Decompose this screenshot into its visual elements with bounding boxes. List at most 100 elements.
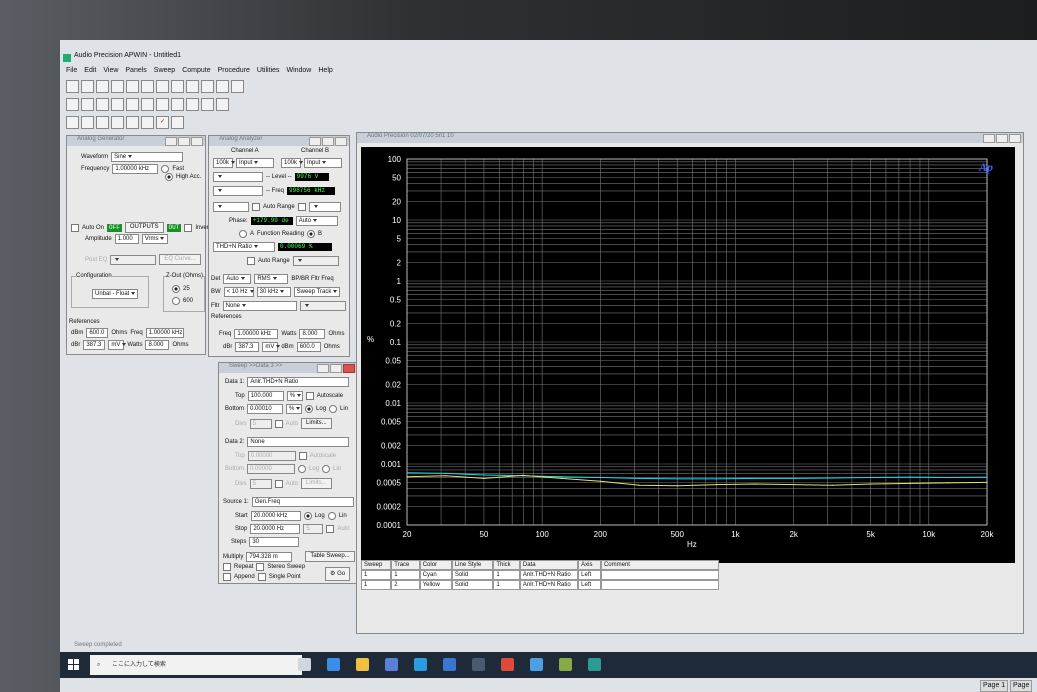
minimize-button[interactable] [317,364,329,373]
freq-ref-input[interactable]: 1.00000 kHz [145,328,184,338]
column-header[interactable]: Thick [493,560,520,570]
gen-icon[interactable] [66,98,79,111]
maximize-button[interactable] [178,137,190,146]
auto-range-func-checkbox[interactable] [247,257,255,265]
log2-radio[interactable] [298,465,307,473]
ref-watts-input[interactable]: 8.000 [299,329,326,339]
det-select[interactable]: Auto [223,274,252,284]
meter-icon[interactable] [126,98,139,111]
open-icon[interactable] [81,80,94,93]
save-as-icon[interactable] [111,80,124,93]
phase-b-select[interactable] [308,202,341,212]
stereo-sweep-checkbox[interactable] [256,563,265,571]
chart-icon[interactable] [171,98,184,111]
minimize-button[interactable] [983,134,995,143]
source-log-radio[interactable] [303,512,312,520]
cell-comment[interactable] [600,570,720,580]
menu-panels[interactable]: Panels [125,67,146,78]
graph-icon[interactable] [216,80,229,93]
cell-comment[interactable] [600,580,720,590]
sweep-icon[interactable] [141,98,154,111]
panel3-icon[interactable] [96,116,109,129]
cell-trace[interactable]: 1 [391,570,420,580]
auto-range-checkbox[interactable] [252,203,260,211]
phase-auto-select[interactable]: Auto [295,216,338,226]
waveform-select[interactable]: Sine [111,152,184,162]
cell-axis[interactable]: Left [578,580,601,590]
bw-low-select[interactable]: < 10 Hz [223,287,254,297]
stop-auto-checkbox[interactable] [326,525,335,533]
function-select[interactable]: THD+N Ratio [213,242,275,252]
page-button[interactable]: Page [1010,680,1033,692]
limits2-button[interactable]: Limits... [301,478,332,489]
range-b-select[interactable]: 100k [281,158,304,168]
fltr-select[interactable]: None [222,301,297,311]
invert-checkbox[interactable] [184,223,193,232]
panel8-icon[interactable] [171,116,184,129]
outputs-button[interactable]: OUTPUTS [124,222,164,233]
source-input[interactable]: Gen.Freq [251,497,354,507]
input-a-select[interactable]: Input [236,158,274,168]
maximize-button[interactable] [322,137,334,146]
go-button[interactable]: ⚙ Go [325,567,351,581]
save-icon[interactable] [96,80,109,93]
input-b-select[interactable]: Input [304,158,342,168]
cell-sweep[interactable]: 1 [361,570,392,580]
page-1-button[interactable]: Page 1 [980,680,1009,692]
func-b-radio[interactable] [307,230,316,238]
top-input[interactable]: 100.000 [247,391,284,401]
divs-input[interactable]: 5 [249,418,272,429]
lin2-radio[interactable] [322,465,331,473]
cell-style[interactable]: Solid [451,580,494,590]
print-preview-icon[interactable] [141,80,154,93]
dbm-input[interactable]: 600.0 [86,328,109,338]
cut-icon[interactable] [171,80,184,93]
data1-input[interactable]: Anlr.THD+N Ratio [247,377,350,387]
panel2-icon[interactable] [81,116,94,129]
minimize-button[interactable] [165,137,177,146]
func-a-radio[interactable] [239,230,247,238]
panel4-icon[interactable] [111,116,124,129]
column-header[interactable]: Comment [600,560,720,570]
bottom-unit-select[interactable]: % [286,404,303,414]
steps-input[interactable]: 30 [249,537,300,547]
top-unit-select[interactable]: % [286,391,303,401]
cell-color[interactable]: Yellow [419,580,452,590]
maximize-button[interactable] [330,364,342,373]
menu-view[interactable]: View [103,67,118,78]
column-header[interactable]: Color [419,560,452,570]
windows-start-icon[interactable] [68,659,79,670]
menu-utilities[interactable]: Utilities [257,67,280,78]
divs-auto-checkbox[interactable] [274,419,283,428]
task-view-icon[interactable] [298,658,311,671]
fast-radio[interactable] [161,165,170,173]
edge-icon[interactable] [327,658,340,671]
menu-procedure[interactable]: Procedure [218,67,250,78]
divs2-auto-checkbox[interactable] [274,479,283,488]
close-button[interactable] [335,137,347,146]
store-icon[interactable] [385,658,398,671]
file-explorer-icon[interactable] [356,658,369,671]
column-header[interactable]: Trace [391,560,420,570]
data2-input[interactable]: None [247,437,350,447]
cell-color[interactable]: Cyan [419,570,452,580]
multiply-input[interactable]: 794.328 m [246,551,293,562]
menu-file[interactable]: File [66,67,77,78]
auto-on-checkbox[interactable] [71,223,79,232]
eq-curve-button[interactable]: EQ Curve... [159,254,201,265]
table-row[interactable]: 1 2 Yellow Solid 1 Anlr.THD+N Ratio Left [361,580,720,590]
dsp-icon[interactable] [96,98,109,111]
ref-dbr-unit[interactable]: mV [262,342,281,352]
range-a-select[interactable]: 100k [213,158,236,168]
bar-icon[interactable] [231,80,244,93]
dbr-input[interactable]: 387.3 [83,340,106,350]
menu-help[interactable]: Help [318,67,332,78]
cell-data[interactable]: Anlr.THD+N Ratio [519,580,579,590]
bottom-input[interactable]: 0.00010 [247,404,284,414]
ref-dbm-input[interactable]: 600.0 [296,342,321,352]
apwin-icon[interactable] [588,658,601,671]
repeat-checkbox[interactable] [223,563,231,571]
maximize-button[interactable] [996,134,1008,143]
menu-sweep[interactable]: Sweep [154,67,175,78]
close-button[interactable] [1009,134,1021,143]
